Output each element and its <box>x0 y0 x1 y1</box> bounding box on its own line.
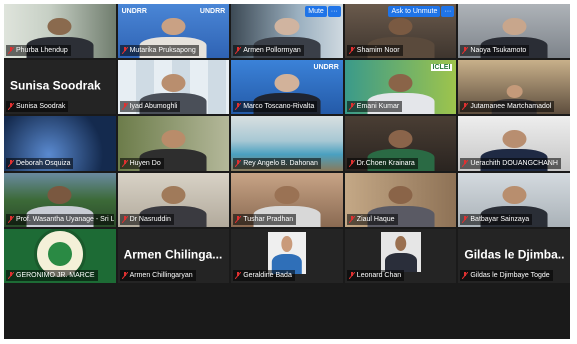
video-tile-mutarika-pruksapong[interactable]: UNDRR UNDRR Mutarika Pruksapong <box>117 4 230 59</box>
mic-muted-icon <box>121 103 128 111</box>
participant-name: Tushar Pradhan <box>233 213 297 225</box>
participant-name: GERONIMO JR. MARCE <box>6 269 98 281</box>
more-options-button[interactable]: ··· <box>441 6 455 17</box>
mic-muted-icon <box>462 103 469 111</box>
video-tile-geraldine-bada[interactable]: Geraldine Bada <box>231 228 343 283</box>
participant-name: Geraldine Bada <box>233 269 295 281</box>
participant-name: Dr Nasruddin <box>119 213 174 225</box>
meeting-window: Phurba Lhendup UNDRR UNDRR Mutarika Pruk… <box>0 0 577 344</box>
video-tile-rey-angelo-dahonan[interactable]: Rey Angelo B. Dahonan <box>231 116 343 171</box>
video-tile-deborah-osquiza[interactable]: Deborah Osquiza <box>4 116 116 171</box>
mic-muted-icon <box>235 47 242 55</box>
participant-display-name: Armen Chilinga... <box>123 247 223 262</box>
ask-to-unmute-button[interactable]: Ask to Unmute <box>388 6 441 17</box>
mic-muted-icon <box>462 47 469 55</box>
mic-muted-icon <box>235 215 242 223</box>
participant-display-name: Sunisa Soodrak <box>10 78 101 93</box>
mic-muted-icon <box>348 103 355 111</box>
more-options-button[interactable]: ··· <box>327 6 341 17</box>
mic-muted-icon <box>121 271 128 279</box>
video-tile-leonard-chan[interactable]: Leonard Chan <box>344 228 457 283</box>
video-tile-nasruddin[interactable]: Dr Nasruddin <box>117 172 230 227</box>
video-tile-geronimo-marce[interactable]: GERONIMO JR. MARCE <box>4 228 116 283</box>
participant-name: Armen Chillingaryan <box>119 269 196 281</box>
mic-muted-icon <box>348 215 355 223</box>
mic-muted-icon <box>8 103 14 111</box>
mic-muted-icon <box>235 103 242 111</box>
video-tile-armen-chillingaryan[interactable]: Armen Chilinga... Armen Chillingaryan <box>117 228 230 283</box>
participant-name: Uerachith DOUANGCHANH <box>460 157 561 169</box>
mic-muted-icon <box>348 271 355 279</box>
mic-muted-icon <box>235 271 242 279</box>
mic-muted-icon <box>121 47 128 55</box>
video-tile-batbayar-sainzaya[interactable]: Batbayar Sainzaya <box>458 172 570 227</box>
undrr-logo: UNDRR <box>199 8 226 15</box>
participant-name: Prof. Wasantha Uyanage - Sri Lanka <box>6 213 114 225</box>
participant-name: Shamim Noor <box>346 45 403 57</box>
mic-muted-icon <box>348 47 355 55</box>
video-tile-jutamanee-martchamadol[interactable]: Jutamanee Martchamadol <box>458 60 570 115</box>
video-tile-huyen-do[interactable]: Huyen Do <box>117 116 230 171</box>
video-tile-phurba-lhendup[interactable]: Phurba Lhendup <box>4 4 116 59</box>
participant-name: Huyen Do <box>119 157 164 169</box>
participant-name: Gildas le Djimbaye Togde <box>460 269 553 281</box>
video-tile-uerachith-douangchanh[interactable]: Uerachith DOUANGCHANH <box>458 116 570 171</box>
participant-name: Marco Toscano-Rivalta <box>233 101 318 113</box>
profile-picture <box>267 231 306 274</box>
mic-muted-icon <box>462 271 469 279</box>
mic-muted-icon <box>8 271 14 279</box>
video-tile-wasantha-uyanage[interactable]: Prof. Wasantha Uyanage - Sri Lanka <box>4 172 116 227</box>
mic-muted-icon <box>8 159 14 167</box>
mic-muted-icon <box>8 47 14 55</box>
participant-name: Leonard Chan <box>346 269 405 281</box>
participant-name: Phurba Lhendup <box>6 45 71 57</box>
video-tile-gildas-le-djimbaye-togde[interactable]: Gildas le Djimba... Gildas le Djimbaye T… <box>458 228 570 283</box>
participant-name: Dr.Choen Krainara <box>346 157 418 169</box>
mic-muted-icon <box>348 159 355 167</box>
mic-muted-icon <box>121 159 128 167</box>
video-tile-choen-krainara[interactable]: Dr.Choen Krainara <box>344 116 457 171</box>
mic-muted-icon <box>121 215 128 223</box>
undrr-logo: UNDRR <box>313 64 339 72</box>
video-gallery: Phurba Lhendup UNDRR UNDRR Mutarika Pruk… <box>4 4 570 339</box>
video-tile-marco-toscano-rivalta[interactable]: UNDRR Marco Toscano-Rivalta <box>231 60 343 115</box>
profile-picture <box>380 231 421 272</box>
participant-name: Ziaul Haque <box>346 213 398 225</box>
participant-name: Jutamanee Martchamadol <box>460 101 555 113</box>
mic-muted-icon <box>235 159 242 167</box>
video-tile-tushar-pradhan[interactable]: Tushar Pradhan <box>231 172 343 227</box>
video-tile-naoya-tsukamoto[interactable]: Naoya Tsukamoto <box>458 4 570 59</box>
participant-name: Mutarika Pruksapong <box>119 45 199 57</box>
participant-name: Sunisa Soodrak <box>6 101 69 113</box>
mic-muted-icon <box>8 215 14 223</box>
participant-name: Naoya Tsukamoto <box>460 45 530 57</box>
mute-button[interactable]: Mute <box>305 6 327 17</box>
participant-name: Iyad Abumoghli <box>119 101 181 113</box>
iclei-logo: ICLEI <box>430 64 453 72</box>
participant-name: Batbayar Sainzaya <box>460 213 533 225</box>
participant-name: Armen Pollormyan <box>233 45 304 57</box>
mic-muted-icon <box>462 215 469 223</box>
participant-name: Rey Angelo B. Dahonan <box>233 157 321 169</box>
undrr-logo: UNDRR <box>121 8 147 15</box>
video-tile-emani-kumar[interactable]: ICLEI Emani Kumar <box>344 60 457 115</box>
video-tile-armen-pollormyan[interactable]: Mute ··· Armen Pollormyan <box>231 4 343 59</box>
video-tile-ziaul-haque[interactable]: Ziaul Haque <box>344 172 457 227</box>
participant-name: Deborah Osquiza <box>6 157 74 169</box>
participant-name: Emani Kumar <box>346 101 403 113</box>
video-tile-iyad-abumoghli[interactable]: Iyad Abumoghli <box>117 60 230 115</box>
video-tile-shamim-noor[interactable]: Ask to Unmute ··· Shamim Noor <box>344 4 457 59</box>
mic-muted-icon <box>462 159 469 167</box>
video-tile-sunisa-soodrak[interactable]: Sunisa Soodrak Sunisa Soodrak <box>4 60 116 115</box>
participant-display-name: Gildas le Djimba... <box>464 247 564 262</box>
